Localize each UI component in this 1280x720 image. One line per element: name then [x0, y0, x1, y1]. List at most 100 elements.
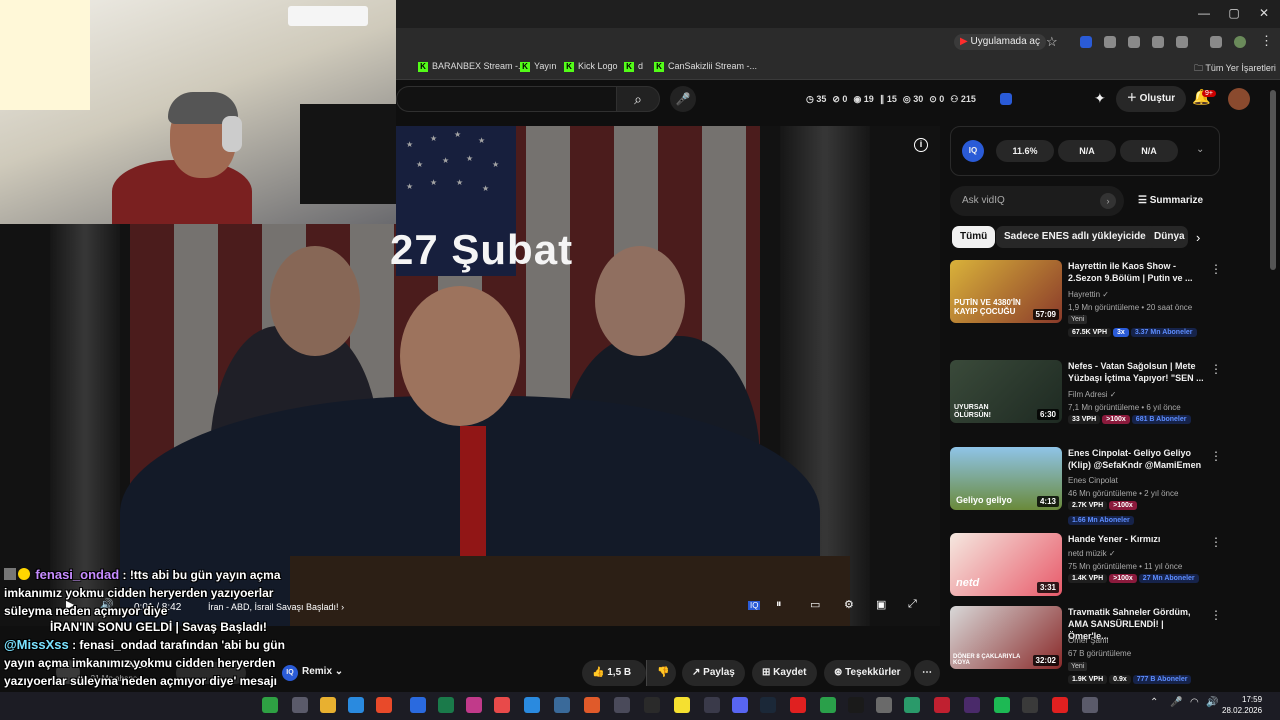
bookmark-star-icon[interactable]: ☆ — [1046, 34, 1058, 50]
recommendation-item[interactable]: DÖNER 8 ÇAKLARIYLA KOYA 32:02 Travmatik … — [950, 606, 1222, 690]
video-thumbnail[interactable]: netd 3:31 — [950, 533, 1062, 596]
subtitles-icon[interactable]: ▭ — [810, 598, 820, 611]
vidiq-icon[interactable] — [1000, 93, 1012, 105]
maximize-icon[interactable]: ▢ — [1224, 6, 1244, 20]
channel-name[interactable]: Film Adresi ✓ — [1068, 390, 1117, 399]
all-bookmarks-link[interactable]: 🗀 Tüm Yer İşaretleri — [1194, 61, 1276, 77]
extension-icon[interactable] — [1104, 36, 1116, 48]
more-options-icon[interactable]: ⋮ — [1210, 362, 1222, 376]
edge-icon[interactable] — [410, 697, 426, 713]
chip-all[interactable]: Tümü — [952, 226, 996, 248]
account-avatar[interactable] — [1228, 88, 1250, 110]
more-options-icon[interactable]: ⋮ — [1210, 608, 1222, 622]
search-input[interactable] — [396, 86, 616, 112]
chevron-up-icon[interactable]: ⌃ — [1150, 697, 1158, 708]
chip-uploader[interactable]: Sadece ENES adlı yükleyiciden — [996, 226, 1160, 248]
system-clock[interactable]: 17:59 28.02.2026 — [1222, 694, 1262, 716]
microphone-icon[interactable]: 🎤 — [1170, 697, 1182, 708]
more-options-icon[interactable]: ⋮ — [1210, 262, 1222, 276]
close-icon[interactable]: ✕ — [1254, 6, 1274, 20]
instagram-icon[interactable] — [466, 697, 482, 713]
video-thumbnail[interactable]: PUTİN VE 4380'İN KAYIP ÇOCUĞU 57:09 — [950, 260, 1062, 323]
search-icon[interactable]: ⌕ — [616, 86, 660, 112]
app-icon[interactable] — [438, 697, 454, 713]
opera-icon[interactable] — [1052, 697, 1068, 713]
channel-name[interactable]: Hayrettin ✓ — [1068, 290, 1109, 299]
spotify-icon[interactable] — [994, 697, 1010, 713]
menu-kebab-icon[interactable]: ⋮ — [1260, 33, 1273, 49]
channel-name[interactable]: netd müzik ✓ — [1068, 549, 1116, 558]
bookmark-item[interactable]: K BARANBEX Stream -... — [418, 61, 526, 72]
app-icon[interactable] — [614, 697, 630, 713]
volume-icon[interactable]: 🔊 — [1206, 697, 1218, 708]
app-icon[interactable] — [964, 697, 980, 713]
channel-name[interactable]: Enes Cinpolat — [1068, 476, 1118, 485]
recommendation-item[interactable]: UYURSAN ÖLÜRSÜN! 6:30 Nefes - Vatan Sağo… — [950, 360, 1222, 430]
chrome-icon[interactable] — [820, 697, 836, 713]
summarize-button[interactable]: ☰ Summarize — [1138, 195, 1203, 206]
create-button[interactable]: ＋ Oluştur — [1116, 86, 1186, 112]
settings-gear-icon[interactable]: ⚙ — [844, 598, 854, 611]
puzzle-icon[interactable] — [1176, 36, 1188, 48]
scrollbar[interactable] — [1270, 90, 1276, 270]
channel-name[interactable]: Ömer Şanlı — [1068, 636, 1108, 645]
microphone-icon[interactable]: 🎤 — [670, 86, 696, 112]
gem-icon[interactable]: ✦ — [1094, 90, 1106, 107]
recommendation-item[interactable]: PUTİN VE 4380'İN KAYIP ÇOCUĞU 57:09 Hayr… — [950, 260, 1222, 340]
ask-vidiq-input[interactable]: Ask vidIQ — [950, 186, 1124, 216]
dislike-button[interactable]: 👎 — [646, 660, 676, 686]
bookmark-item[interactable]: K Kick Logo — [564, 61, 618, 72]
bookmark-item[interactable]: K Yayın — [520, 61, 556, 72]
discord-icon[interactable] — [732, 697, 748, 713]
twitter-icon[interactable] — [524, 697, 540, 713]
open-in-app-button[interactable]: ▶ Uygulamada aç — [954, 34, 1046, 50]
more-options-icon[interactable]: ⋮ — [1210, 535, 1222, 549]
pause-toggle-icon[interactable]: ⏸ — [776, 598, 782, 611]
task-view-icon[interactable] — [292, 697, 308, 713]
extension-icon[interactable] — [1128, 36, 1140, 48]
chip-world[interactable]: Dünya — [1146, 226, 1188, 248]
app-icon[interactable] — [876, 697, 892, 713]
wifi-icon[interactable]: ◠ — [1190, 697, 1199, 708]
recommendation-item[interactable]: Geliyo geliyo 4:13 Enes Cinpolat- Geliyo… — [950, 447, 1222, 527]
app-icon[interactable] — [704, 697, 720, 713]
app-icon[interactable] — [904, 697, 920, 713]
profile-icon[interactable] — [1234, 36, 1246, 48]
info-icon[interactable]: i — [914, 138, 928, 152]
save-button[interactable]: ⊞ Kaydet — [752, 660, 817, 686]
tiktok-icon[interactable] — [848, 697, 864, 713]
bookmark-item[interactable]: Kd — [624, 61, 643, 72]
video-thumbnail[interactable]: Geliyo geliyo 4:13 — [950, 447, 1062, 510]
fullscreen-icon[interactable]: ⤢ — [908, 598, 917, 611]
like-button[interactable]: 👍 1,5 B — [582, 660, 646, 686]
chevron-down-icon[interactable]: ⌄ — [1196, 144, 1204, 155]
brave-icon[interactable] — [376, 697, 392, 713]
app-icon[interactable] — [934, 697, 950, 713]
epic-games-icon[interactable] — [644, 697, 660, 713]
video-thumbnail[interactable]: DÖNER 8 ÇAKLARIYLA KOYA 32:02 — [950, 606, 1062, 669]
recommendation-item[interactable]: netd 3:31 Hande Yener - Kırmızı netd müz… — [950, 533, 1222, 599]
app-icon[interactable] — [584, 697, 600, 713]
extension-icon[interactable] — [1152, 36, 1164, 48]
youtube-icon[interactable] — [494, 697, 510, 713]
snapchat-icon[interactable] — [674, 697, 690, 713]
steam-icon[interactable] — [760, 697, 776, 713]
arrow-right-icon[interactable]: › — [1100, 193, 1116, 209]
edge-icon[interactable] — [348, 697, 364, 713]
chevron-right-icon[interactable]: › — [1196, 230, 1200, 245]
app-icon[interactable] — [554, 697, 570, 713]
media-icon[interactable] — [1210, 36, 1222, 48]
minimize-icon[interactable]: — — [1194, 6, 1214, 20]
bookmark-item[interactable]: K CanSakizlii Stream -... — [654, 61, 757, 72]
miniplayer-icon[interactable]: ▣ — [876, 598, 886, 611]
more-options-icon[interactable]: ⋮ — [1210, 449, 1222, 463]
share-button[interactable]: ↗ Paylaş — [682, 660, 745, 686]
extension-icon[interactable] — [1080, 36, 1092, 48]
thanks-button[interactable]: ⊛ Teşekkürler — [824, 660, 911, 686]
file-explorer-icon[interactable] — [320, 697, 336, 713]
youtube-icon[interactable] — [790, 697, 806, 713]
app-icon[interactable] — [262, 697, 278, 713]
more-actions-button[interactable]: ⋯ — [914, 660, 940, 686]
vidiq-player-icon[interactable]: IQ — [748, 601, 761, 610]
video-thumbnail[interactable]: UYURSAN ÖLÜRSÜN! 6:30 — [950, 360, 1062, 423]
